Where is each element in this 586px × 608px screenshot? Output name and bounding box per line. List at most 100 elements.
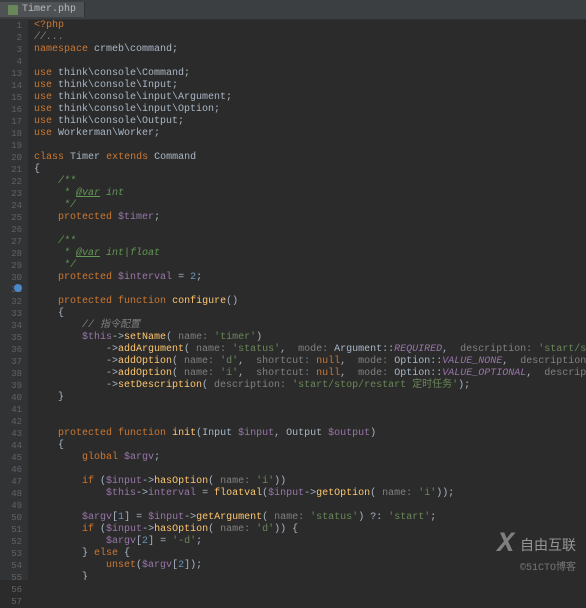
line-number: 48 [0, 488, 22, 500]
code-line[interactable]: ->addArgument( name: 'status', mode: Arg… [34, 344, 586, 356]
code-line[interactable]: ->addOption( name: 'i', shortcut: null, … [34, 368, 586, 380]
code-line[interactable]: { [34, 440, 586, 452]
line-number: 46 [0, 464, 22, 476]
code-line[interactable]: unset($argv[2]); [34, 560, 586, 572]
code-line[interactable] [34, 500, 586, 512]
code-line[interactable]: protected $interval = 2; [34, 272, 586, 284]
code-line[interactable]: use Workerman\Worker; [34, 128, 586, 140]
code-line[interactable]: $this->interval = floatval($input->getOp… [34, 488, 586, 500]
line-number: 35 [0, 332, 22, 344]
line-number: 42 [0, 416, 22, 428]
code-line[interactable]: { [34, 164, 586, 176]
line-number: 26 [0, 224, 22, 236]
watermark-sub: ©51CTO博客 [520, 558, 576, 574]
line-number: 27 [0, 236, 22, 248]
line-number: 29 [0, 260, 22, 272]
line-number: 51 [0, 524, 22, 536]
code-line[interactable]: /** [34, 176, 586, 188]
line-number: 57 [0, 596, 22, 608]
line-number: 39 [0, 380, 22, 392]
line-number: 21 [0, 164, 22, 176]
line-number: 53 [0, 548, 22, 560]
code-line[interactable]: */ [34, 260, 586, 272]
code-line[interactable]: use think\console\Output; [34, 116, 586, 128]
line-number: 49 [0, 500, 22, 512]
line-number: 13 [0, 68, 22, 80]
code-line[interactable]: ->setDescription( description: 'start/st… [34, 380, 586, 392]
code-line[interactable]: protected function configure() [34, 296, 586, 308]
code-line[interactable]: } [34, 572, 586, 580]
code-line[interactable]: $argv[1] = $input->getArgument( name: 's… [34, 512, 586, 524]
code-editor[interactable]: 1234131415161718192021222324252627282930… [0, 20, 586, 580]
line-number: 4 [0, 56, 22, 68]
code-line[interactable]: $this->setName( name: 'timer') [34, 332, 586, 344]
code-line[interactable]: protected function init(Input $input, Ou… [34, 428, 586, 440]
code-line[interactable]: // 指令配置 [34, 320, 586, 332]
line-number: 20 [0, 152, 22, 164]
code-line[interactable]: class Timer extends Command [34, 152, 586, 164]
code-line[interactable]: ->addOption( name: 'd', shortcut: null, … [34, 356, 586, 368]
line-number: 1 [0, 20, 22, 32]
line-number: 30 [0, 272, 22, 284]
line-number: 56 [0, 584, 22, 596]
code-line[interactable]: namespace crmeb\command; [34, 44, 586, 56]
code-area[interactable]: <?php//...namespace crmeb\command; use th… [28, 20, 586, 580]
line-number: 55 [0, 572, 22, 584]
line-number: 25 [0, 212, 22, 224]
line-number: 18 [0, 128, 22, 140]
code-line[interactable] [34, 416, 586, 428]
code-line[interactable]: { [34, 308, 586, 320]
line-number: 33 [0, 308, 22, 320]
code-line[interactable]: * @var int [34, 188, 586, 200]
tab-bar: Timer.php [0, 0, 586, 20]
line-number: 16 [0, 104, 22, 116]
line-number: 15 [0, 92, 22, 104]
code-line[interactable] [34, 140, 586, 152]
line-number: 38 [0, 368, 22, 380]
code-line[interactable]: use think\console\Command; [34, 68, 586, 80]
line-number: 52 [0, 536, 22, 548]
line-number: 24 [0, 200, 22, 212]
code-line[interactable] [34, 56, 586, 68]
line-number: 17 [0, 116, 22, 128]
line-number: 32 [0, 296, 22, 308]
line-number: 3 [0, 44, 22, 56]
code-line[interactable]: use think\console\input\Argument; [34, 92, 586, 104]
line-number: 45 [0, 452, 22, 464]
code-line[interactable] [34, 284, 586, 296]
breakpoint-marker[interactable] [14, 284, 22, 292]
php-file-icon [8, 5, 18, 15]
code-line[interactable]: */ [34, 200, 586, 212]
code-line[interactable]: use think\console\Input; [34, 80, 586, 92]
watermark: X 自由互联 [497, 529, 576, 560]
code-line[interactable]: global $argv; [34, 452, 586, 464]
watermark-logo-icon: X [497, 529, 514, 560]
line-number: 50 [0, 512, 22, 524]
line-number: 36 [0, 344, 22, 356]
file-tab[interactable]: Timer.php [0, 2, 85, 17]
code-line[interactable]: use think\console\input\Option; [34, 104, 586, 116]
code-line[interactable]: if ($input->hasOption( name: 'i')) [34, 476, 586, 488]
tab-filename: Timer.php [22, 4, 76, 15]
code-line[interactable]: <?php [34, 20, 586, 32]
code-line[interactable]: } [34, 392, 586, 404]
line-number: 34 [0, 320, 22, 332]
line-number: 28 [0, 248, 22, 260]
line-number: 22 [0, 176, 22, 188]
line-number: 37 [0, 356, 22, 368]
code-line[interactable]: //... [34, 32, 586, 44]
line-number: 54 [0, 560, 22, 572]
line-number-gutter: 1234131415161718192021222324252627282930… [0, 20, 28, 580]
code-line[interactable] [34, 464, 586, 476]
code-line[interactable]: protected $timer; [34, 212, 586, 224]
line-number: 47 [0, 476, 22, 488]
line-number: 44 [0, 440, 22, 452]
code-line[interactable] [34, 404, 586, 416]
line-number: 23 [0, 188, 22, 200]
code-line[interactable]: /** [34, 236, 586, 248]
code-line[interactable] [34, 224, 586, 236]
line-number: 14 [0, 80, 22, 92]
watermark-text: 自由互联 [520, 535, 576, 555]
line-number: 40 [0, 392, 22, 404]
code-line[interactable]: * @var int|float [34, 248, 586, 260]
